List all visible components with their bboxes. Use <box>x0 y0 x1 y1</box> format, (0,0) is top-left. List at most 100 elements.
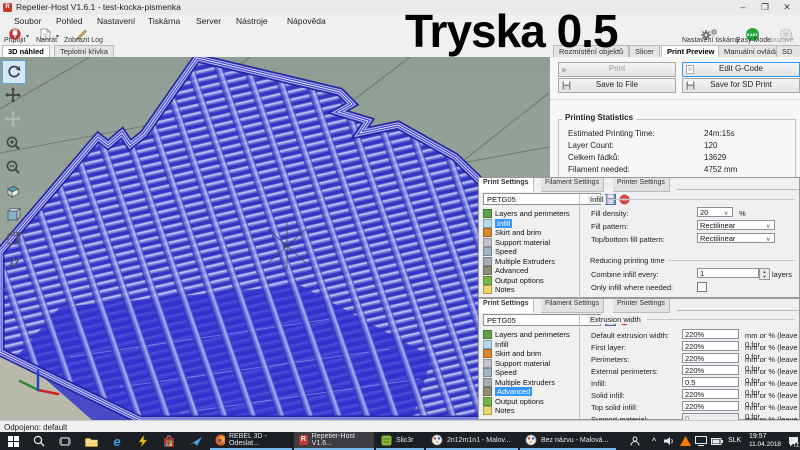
rotate-view-button[interactable] <box>2 60 26 84</box>
top-bottom-pattern-combo[interactable]: Rectilinear∨ <box>697 233 775 243</box>
tab-printer-settings[interactable]: Printer Settings <box>613 178 670 192</box>
tree-item-infill[interactable]: Infill <box>483 219 512 228</box>
tree-item-extruders[interactable]: Multiple Extruders <box>483 378 555 387</box>
edge-button[interactable]: e <box>106 433 128 449</box>
connect-dropdown-icon[interactable]: ▾ <box>26 33 29 40</box>
tree-item-skirt[interactable]: Skirt and brim <box>483 349 541 358</box>
load-button-label[interactable]: Nahrát <box>36 37 57 44</box>
viewport-3d[interactable] <box>0 57 549 420</box>
start-button[interactable] <box>2 433 24 449</box>
search-button[interactable] <box>28 433 50 449</box>
front-view-button[interactable] <box>2 204 24 226</box>
ew-row-input[interactable]: 220% <box>682 353 739 363</box>
tab-filament-settings[interactable]: Filament Settings <box>541 299 604 313</box>
only-infill-checkbox[interactable] <box>697 282 707 292</box>
gcode-file-icon <box>686 65 694 74</box>
stat-label: Celkem řádků: <box>568 153 620 162</box>
save-to-file-button[interactable]: Save to File <box>558 78 676 93</box>
app-logo-icon: R <box>3 3 12 12</box>
show-log-button-label[interactable]: Zobrazit Log <box>64 37 103 44</box>
tree-item-speed[interactable]: Speed <box>483 368 517 377</box>
store-button[interactable] <box>158 433 180 449</box>
tree-item-infill[interactable]: Infill <box>483 340 508 349</box>
fill-pattern-combo[interactable]: Rectilinear∨ <box>697 220 775 230</box>
clock-date[interactable]: 11.04.2018 <box>749 441 781 448</box>
maximize-button[interactable]: ❐ <box>754 0 776 14</box>
tree-item-support[interactable]: Support material <box>483 359 550 368</box>
tab-printer-settings[interactable]: Printer Settings <box>613 299 670 313</box>
printer-settings-label[interactable]: Nastavení tiskárny <box>682 37 740 44</box>
menu-nastroje[interactable]: Nástroje <box>236 16 268 26</box>
wireframe-view-button[interactable] <box>2 228 24 250</box>
tree-item-speed[interactable]: Speed <box>483 247 517 256</box>
ew-row-input[interactable]: 220% <box>682 341 739 351</box>
group-title-infill: Infill <box>587 195 606 204</box>
combine-infill-spinner[interactable]: ▲▼ <box>759 268 770 280</box>
tray-expand-icon[interactable]: ^ <box>648 433 660 449</box>
store-bag-icon <box>163 435 175 447</box>
zoom-out-button[interactable] <box>2 156 24 178</box>
tree-item-layers[interactable]: Layers and perimeters <box>483 209 570 218</box>
ew-row-input[interactable]: 220% <box>682 389 739 399</box>
language-indicator[interactable]: SLK <box>728 437 741 444</box>
ew-row-input[interactable]: 0.5 <box>682 377 739 387</box>
taskbar-app-paint-2[interactable]: Bez názvu - Malová... <box>520 432 616 450</box>
parallel-lines-icon <box>5 255 21 271</box>
slicer-settings-panel-extrusion: Print Settings Filament Settings Printer… <box>478 298 800 420</box>
tree-item-notes[interactable]: Notes <box>483 406 515 415</box>
builder3d-button[interactable] <box>184 433 206 449</box>
taskbar-app-repetier[interactable]: R Repetier-Host V1.6... <box>294 432 374 450</box>
print-icon: ▶ <box>562 65 567 77</box>
edit-gcode-button[interactable]: Edit G-Code <box>682 62 800 77</box>
tab-print-settings[interactable]: Print Settings <box>479 178 534 192</box>
minimize-button[interactable]: – <box>732 0 754 14</box>
move-view-button[interactable] <box>2 84 24 106</box>
avast-icon[interactable] <box>678 433 692 449</box>
people-icon[interactable] <box>628 433 642 449</box>
tree-item-support[interactable]: Support material <box>483 238 550 247</box>
display-icon[interactable] <box>694 433 708 449</box>
extruders-icon <box>483 378 492 387</box>
taskbar-app-slic3r[interactable]: Slic3r <box>376 432 424 450</box>
tree-item-output[interactable]: Output options <box>483 397 544 406</box>
tab-filament-settings[interactable]: Filament Settings <box>541 178 604 192</box>
connect-button-label[interactable]: Připojit <box>4 37 25 44</box>
fill-density-combo[interactable]: 20∨ <box>697 207 733 217</box>
volume-icon[interactable] <box>662 433 676 449</box>
ew-row-input[interactable]: 220% <box>682 365 739 375</box>
parallel-projection-button[interactable] <box>2 252 24 274</box>
battery-icon[interactable] <box>710 433 724 449</box>
save-for-sd-button[interactable]: Save for SD Print <box>682 78 800 93</box>
tree-item-extruders[interactable]: Multiple Extruders <box>483 257 555 266</box>
preset-select[interactable]: PETG05▾ <box>483 314 601 326</box>
menu-tiskarna[interactable]: Tiskárna <box>148 16 180 26</box>
tree-item-notes[interactable]: Notes <box>483 285 515 294</box>
taskbar-app-firefox[interactable]: REBEL 3D - Odeslat... <box>210 432 292 450</box>
tab-print-settings[interactable]: Print Settings <box>479 299 534 313</box>
tree-item-output[interactable]: Output options <box>483 276 544 285</box>
preset-select[interactable]: PETG05▾ <box>483 193 601 205</box>
task-view-button[interactable] <box>54 433 76 449</box>
tree-item-skirt[interactable]: Skirt and brim <box>483 228 541 237</box>
menu-nastaveni[interactable]: Nastavení <box>97 16 135 26</box>
menu-napoveda[interactable]: Nápověda <box>287 16 326 26</box>
tree-item-advanced[interactable]: Advanced <box>483 266 528 275</box>
stat-value: 120 <box>704 141 717 150</box>
clock-time[interactable]: 19:57 <box>749 433 767 440</box>
isometric-view-button[interactable] <box>2 180 24 202</box>
tree-item-advanced[interactable]: Advanced <box>483 387 532 396</box>
menu-pohled[interactable]: Pohled <box>56 16 82 26</box>
close-button[interactable]: ✕ <box>776 0 798 14</box>
zoom-in-button[interactable] <box>2 132 24 154</box>
file-explorer-button[interactable] <box>80 433 102 449</box>
menu-soubor[interactable]: Soubor <box>14 16 41 26</box>
menu-server[interactable]: Server <box>196 16 221 26</box>
support-icon <box>483 238 492 247</box>
tree-item-layers[interactable]: Layers and perimeters <box>483 330 570 339</box>
ew-row-input[interactable]: 220% <box>682 401 739 411</box>
notification-center-icon[interactable]: 1 <box>786 433 800 449</box>
taskbar-app-paint-1[interactable]: 2n12m1n1 - Malov... <box>426 432 518 450</box>
ew-row-input[interactable]: 220% <box>682 329 739 339</box>
photofiltre-button[interactable] <box>132 433 154 449</box>
combine-infill-input[interactable]: 1 <box>697 268 759 278</box>
